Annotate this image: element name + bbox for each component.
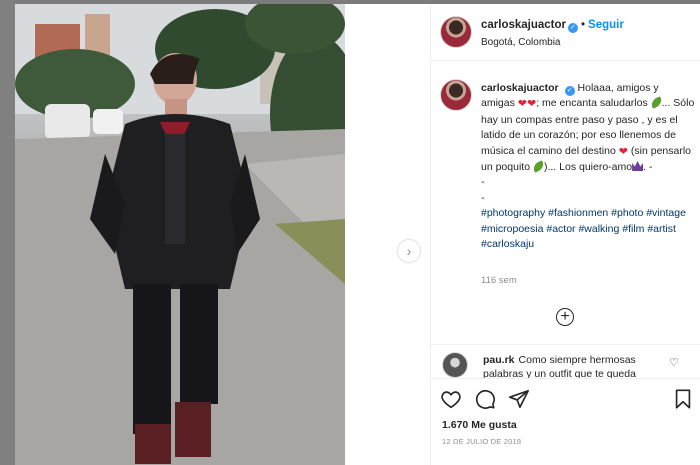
post-date[interactable]: 12 DE JULIO DE 2018 — [442, 437, 521, 446]
location-link[interactable]: Bogotá, Colombia — [481, 37, 561, 48]
comment-item: pau.rk Como siempre hermosas palabras y u… — [431, 346, 700, 378]
caption-username[interactable]: carloskajuactor — [481, 82, 559, 94]
header-username[interactable]: carloskajuactor — [481, 19, 566, 31]
verified-badge-icon: ✓ — [568, 23, 579, 33]
caption-part-6: . - — [643, 161, 653, 174]
post-age: 116 sem — [481, 275, 517, 286]
comment-text: pau.rk Como siempre hermosas palabras y u… — [483, 353, 663, 378]
avatar[interactable] — [440, 16, 472, 48]
media-panel: › — [15, 4, 430, 465]
caption-dash: - — [481, 176, 485, 189]
commenter-avatar[interactable] — [442, 352, 468, 378]
chevron-right-icon: › — [406, 243, 412, 259]
verified-badge-icon: ✓ — [564, 86, 575, 96]
next-photo-button[interactable]: › — [398, 240, 420, 262]
comment-like-heart-icon[interactable]: ♡ — [669, 356, 679, 369]
header-user-line: carloskajuactor ✓ • Seguir — [481, 19, 624, 33]
post-sidebar: carloskajuactor ✓ • Seguir Bogotá, Colombia… — [430, 4, 700, 465]
paper-plane-icon[interactable] — [508, 388, 530, 410]
hashtags[interactable]: #photography #fashionmen #photo #vintage… — [481, 207, 686, 250]
comment-bubble-icon[interactable] — [474, 388, 496, 410]
bookmark-icon[interactable] — [672, 388, 694, 410]
caption-part-2: ; me encanta saludarlos — [536, 97, 648, 110]
plus-circle-icon: + — [560, 308, 570, 325]
post-header: carloskajuactor ✓ • Seguir Bogotá, Colombia — [431, 4, 700, 61]
heart-outline-icon[interactable] — [440, 388, 462, 410]
modal-backdrop[interactable] — [0, 0, 15, 465]
heart-emoji-icon: ❤ — [527, 98, 537, 111]
action-bar: 1.670 Me gusta 12 DE JULIO DE 2018 — [431, 378, 700, 465]
likes-count[interactable]: 1.670 Me gusta — [442, 419, 517, 431]
crown-emoji-icon — [632, 161, 644, 172]
load-more-comments-button[interactable]: + — [556, 308, 574, 326]
post-photo[interactable] — [15, 4, 345, 465]
separator-dot: • — [581, 19, 586, 31]
caption-avatar[interactable] — [440, 79, 472, 111]
heart-emoji-icon: ❤ — [517, 98, 527, 111]
caption-dash: - — [481, 191, 485, 204]
heart-emoji-icon: ❤ — [618, 145, 628, 158]
caption-text: carloskajuactor ✓ Holaaa, amigos y amigas… — [481, 81, 695, 252]
caption-area: carloskajuactor ✓ Holaaa, amigos y amigas… — [431, 62, 700, 345]
comment-username[interactable]: pau.rk — [483, 354, 515, 366]
caption-part-5: )... Los quiero-amo — [543, 161, 633, 174]
follow-button[interactable]: Seguir — [588, 19, 624, 31]
